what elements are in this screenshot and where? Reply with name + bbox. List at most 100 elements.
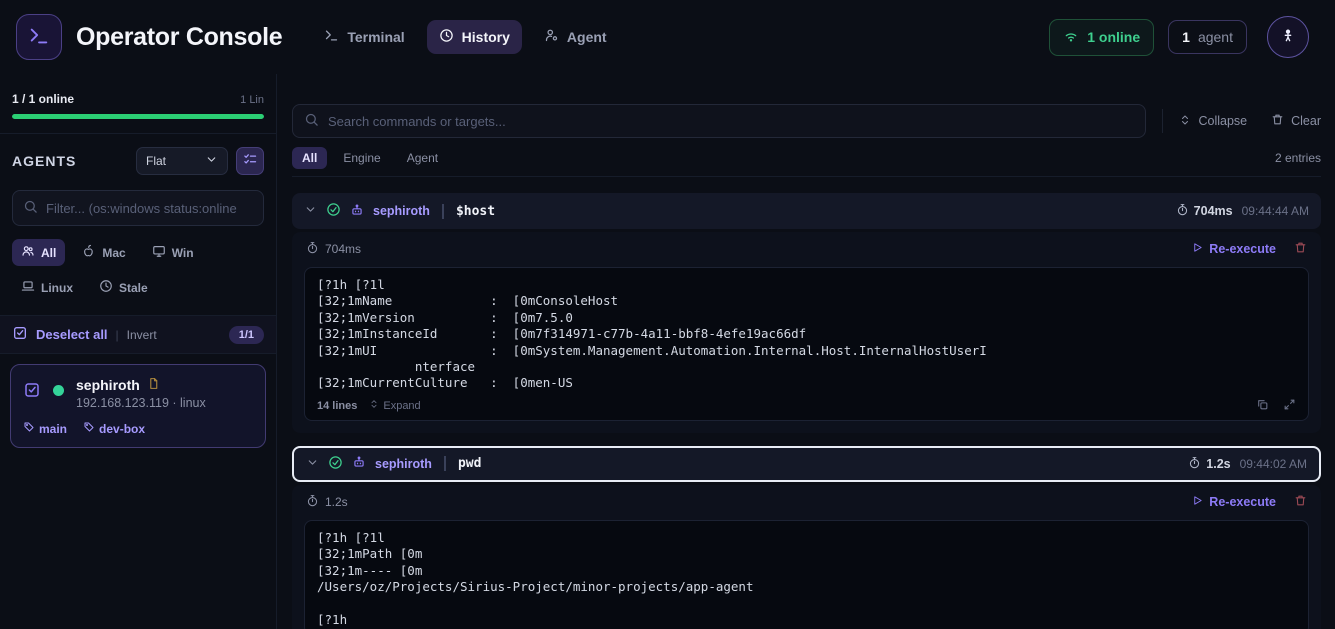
chevron-down-icon[interactable] (306, 456, 319, 472)
sidebar: 1 / 1 online 1 Lin AGENTS Flat (0, 74, 277, 629)
online-summary-label: 1 / 1 online (12, 92, 74, 106)
chip-linux[interactable]: Linux (12, 274, 82, 301)
agent-count-badge[interactable]: 1 agent (1168, 20, 1247, 54)
wifi-icon (1063, 28, 1079, 47)
terminal-footer: 14 lines Expand (317, 398, 1296, 414)
tab-engine[interactable]: Engine (333, 147, 390, 169)
toolbar-divider (1162, 109, 1163, 133)
entry-agent-name: sephiroth (373, 204, 430, 218)
online-status-badge[interactable]: 1 online (1049, 19, 1154, 56)
agent-tag-dev-box-label: dev-box (99, 422, 145, 436)
entry-command: pwd (458, 456, 481, 471)
tab-all[interactable]: All (292, 147, 327, 169)
view-mode-select[interactable]: Flat (136, 147, 228, 175)
history-divider (292, 176, 1321, 177)
stopwatch-icon (1188, 456, 1201, 472)
collapse-all-button[interactable]: Collapse (1179, 114, 1247, 129)
clear-history-button[interactable]: Clear (1271, 113, 1321, 129)
user-avatar[interactable] (1267, 16, 1309, 58)
chip-win-label: Win (172, 246, 194, 260)
entry-detail-duration: 704ms (325, 242, 361, 256)
expand-collapse-icon (369, 399, 379, 412)
terminal-output-card: [?1h [?1l [32;1mPath [0m [32;1m---- [0m … (304, 520, 1309, 629)
selection-bar-pipe: | (116, 328, 119, 342)
agent-checkbox-icon[interactable] (23, 381, 41, 402)
agent-filter-box (12, 190, 264, 226)
reexecute-label: Re-execute (1209, 242, 1276, 256)
entry-timestamp: 09:44:44 AM (1242, 204, 1309, 218)
nav-terminal-label: Terminal (347, 29, 404, 45)
maximize-icon[interactable] (1283, 398, 1296, 414)
delete-entry-icon[interactable] (1294, 241, 1307, 257)
entry-separator (444, 456, 446, 471)
clock-icon (99, 279, 113, 296)
terminal-prompt-icon (28, 25, 50, 50)
nav-terminal[interactable]: Terminal (312, 20, 416, 54)
entry-duration: 1.2s (1206, 457, 1230, 471)
history-entries: sephiroth $host 704ms 09:44:44 AM (292, 193, 1321, 629)
deselect-all-label: Deselect all (36, 327, 108, 342)
monitor-icon (152, 244, 166, 261)
entry-header-highlighted[interactable]: sephiroth pwd 1.2s 09:44:02 AM (292, 446, 1321, 482)
agent-meta: 192.168.123.119 · linux (76, 396, 206, 410)
entry-header-right: 704ms 09:44:44 AM (1176, 203, 1309, 219)
entry-body: 704ms Re-execute [?1h [?1 (292, 232, 1321, 433)
chip-stale[interactable]: Stale (90, 274, 157, 301)
entry-timestamp: 09:44:02 AM (1240, 457, 1307, 471)
users-icon (21, 244, 35, 261)
chip-stale-label: Stale (119, 281, 148, 295)
agent-robot-icon (352, 455, 366, 472)
search-icon (23, 199, 38, 217)
agents-header-row: AGENTS Flat (0, 134, 276, 188)
view-mode-value: Flat (146, 154, 166, 168)
nav-history[interactable]: History (427, 20, 522, 54)
reexecute-button[interactable]: Re-execute (1192, 495, 1276, 509)
copy-output-icon[interactable] (1256, 398, 1269, 414)
nav-history-label: History (462, 29, 510, 45)
chip-all-label: All (41, 246, 56, 260)
chevron-down-icon[interactable] (304, 203, 317, 219)
history-search-input[interactable] (328, 114, 1134, 129)
entry-detail-row: 704ms Re-execute (292, 232, 1321, 265)
tag-icon (83, 421, 95, 436)
terminal-output: [?1h [?1l [32;1mPath [0m [32;1m---- [0m … (317, 530, 1296, 628)
delete-entry-icon[interactable] (1294, 494, 1307, 510)
stopwatch-icon (306, 494, 319, 510)
agent-list-options-button[interactable] (236, 147, 264, 175)
tab-agent[interactable]: Agent (397, 147, 448, 169)
agent-tag-dev-box[interactable]: dev-box (83, 421, 145, 436)
chevron-down-icon (205, 153, 218, 169)
chip-all[interactable]: All (12, 239, 65, 266)
selection-bar: Deselect all | Invert 1/1 (0, 315, 276, 354)
expand-output-button[interactable]: Expand (369, 399, 420, 412)
chip-win[interactable]: Win (143, 239, 203, 266)
trash-icon (1271, 113, 1284, 129)
copy-name-icon[interactable] (147, 377, 160, 393)
deselect-all-button[interactable]: Deselect all (12, 325, 108, 344)
agent-filter-input[interactable] (46, 201, 253, 216)
robot-person-icon (1280, 28, 1296, 47)
agent-tag-main[interactable]: main (23, 421, 67, 436)
stopwatch-icon (1176, 203, 1189, 219)
agent-card-info: sephiroth 192.168.123.119 · linux (76, 377, 206, 410)
play-icon (1192, 495, 1203, 509)
apple-icon (82, 244, 96, 261)
app-logo[interactable] (16, 14, 62, 60)
terminal-icon (324, 28, 339, 46)
entry-header[interactable]: sephiroth $host 704ms 09:44:44 AM (292, 193, 1321, 229)
chip-mac[interactable]: Mac (73, 239, 134, 266)
history-entry: sephiroth $host 704ms 09:44:44 AM (292, 193, 1321, 433)
clock-icon (439, 28, 454, 46)
checkbox-checked-icon (12, 325, 28, 344)
invert-selection-button[interactable]: Invert (127, 328, 157, 342)
search-icon (304, 112, 319, 130)
nav-agent[interactable]: Agent (532, 20, 619, 54)
entry-command: $host (456, 204, 495, 219)
tag-icon (23, 421, 35, 436)
reexecute-button[interactable]: Re-execute (1192, 242, 1276, 256)
agent-online-dot (53, 385, 64, 396)
laptop-icon (21, 279, 35, 296)
agent-card-sephiroth[interactable]: sephiroth 192.168.123.119 · linux main (10, 364, 266, 448)
checklist-icon (243, 152, 258, 170)
line-count-label: 14 lines (317, 400, 357, 412)
